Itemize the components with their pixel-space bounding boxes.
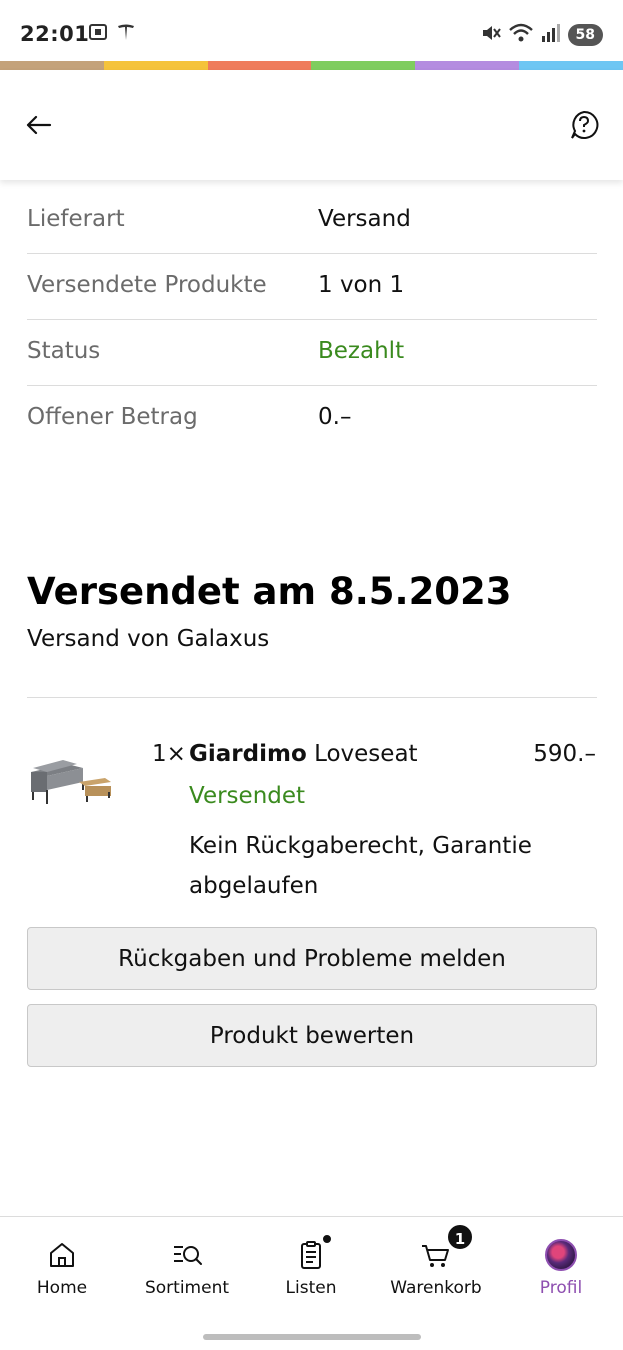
nav-listen[interactable]: Listen — [256, 1233, 366, 1298]
help-icon — [571, 110, 599, 139]
rate-product-button[interactable]: Produkt bewerten — [27, 1004, 597, 1067]
divider — [27, 697, 597, 698]
nav-label: Listen — [285, 1278, 337, 1298]
brand-stripe-segment — [103, 61, 208, 70]
signal-icon — [540, 22, 562, 48]
product-quantity: 1× — [152, 741, 186, 767]
tesla-icon — [116, 22, 136, 46]
nav-label: Sortiment — [144, 1278, 230, 1298]
shipment-title: Versendet am 8.5.2023 — [27, 570, 512, 613]
product-title[interactable]: Giardimo Loveseat — [189, 741, 418, 767]
detail-row-status: Status Bezahlt — [27, 320, 597, 386]
cart-icon: 1 — [420, 1223, 474, 1271]
back-button[interactable] — [22, 108, 56, 142]
nav-label: Warenkorb — [390, 1278, 482, 1298]
bottom-nav: Home Sortiment Listen 1 Warenkorb Profil — [0, 1216, 623, 1350]
product-image[interactable] — [27, 748, 117, 810]
detail-row-open-amount: Offener Betrag 0.– — [27, 386, 597, 452]
nav-label: Home — [36, 1278, 88, 1298]
shipment-subtitle: Versand von Galaxus — [27, 626, 270, 652]
arrow-left-icon — [26, 115, 52, 135]
product-price: 590.– — [533, 741, 596, 767]
app-header — [0, 70, 623, 180]
nav-warenkorb[interactable]: 1 Warenkorb — [381, 1223, 491, 1298]
nav-sortiment[interactable]: Sortiment — [132, 1239, 242, 1298]
catalog-search-icon — [171, 1239, 203, 1271]
screenshot-icon — [88, 22, 108, 46]
avatar — [545, 1239, 577, 1271]
home-indicator[interactable] — [203, 1334, 421, 1340]
brand-stripe-segment — [311, 61, 416, 70]
detail-label: Status — [27, 338, 101, 364]
product-status: Versendet — [189, 783, 306, 809]
cart-count-badge: 1 — [446, 1223, 474, 1251]
product-name: Loveseat — [314, 741, 418, 767]
brand-stripe-segment — [519, 61, 623, 70]
report-returns-button[interactable]: Rückgaben und Probleme melden — [27, 927, 597, 990]
nav-profil[interactable]: Profil — [506, 1239, 616, 1298]
brand-stripe-segment — [207, 61, 312, 70]
battery-indicator: 58 — [567, 24, 603, 46]
detail-row-delivery-type: Lieferart Versand — [27, 188, 597, 254]
status-bar: 22:01 58 — [0, 0, 623, 60]
payment-status: Bezahlt — [318, 338, 405, 364]
detail-row-shipped-products: Versendete Produkte 1 von 1 — [27, 254, 597, 320]
nav-home[interactable]: Home — [7, 1239, 117, 1298]
brand-stripe-segment — [0, 61, 104, 70]
mute-icon — [480, 22, 502, 48]
detail-label: Offener Betrag — [27, 404, 198, 430]
nav-label: Profil — [539, 1278, 583, 1298]
clipboard-list-icon — [295, 1233, 333, 1271]
help-button[interactable] — [569, 110, 599, 140]
brand-stripe-segment — [415, 61, 520, 70]
detail-value: 1 von 1 — [318, 272, 405, 298]
home-icon — [46, 1239, 78, 1271]
detail-value: 0.– — [318, 404, 352, 430]
notification-dot — [321, 1233, 333, 1245]
profile-avatar-icon — [545, 1239, 577, 1271]
product-brand: Giardimo — [189, 741, 307, 767]
product-warranty-note: Kein Rückgaberecht, Garantie abgelaufen — [189, 833, 532, 899]
detail-label: Lieferart — [27, 206, 125, 232]
detail-label: Versendete Produkte — [27, 272, 267, 298]
status-time: 22:01 — [20, 22, 90, 46]
detail-value: Versand — [318, 206, 411, 232]
wifi-icon — [508, 22, 534, 48]
order-details: Lieferart Versand Versendete Produkte 1 … — [27, 188, 597, 452]
brand-stripe — [0, 61, 623, 70]
